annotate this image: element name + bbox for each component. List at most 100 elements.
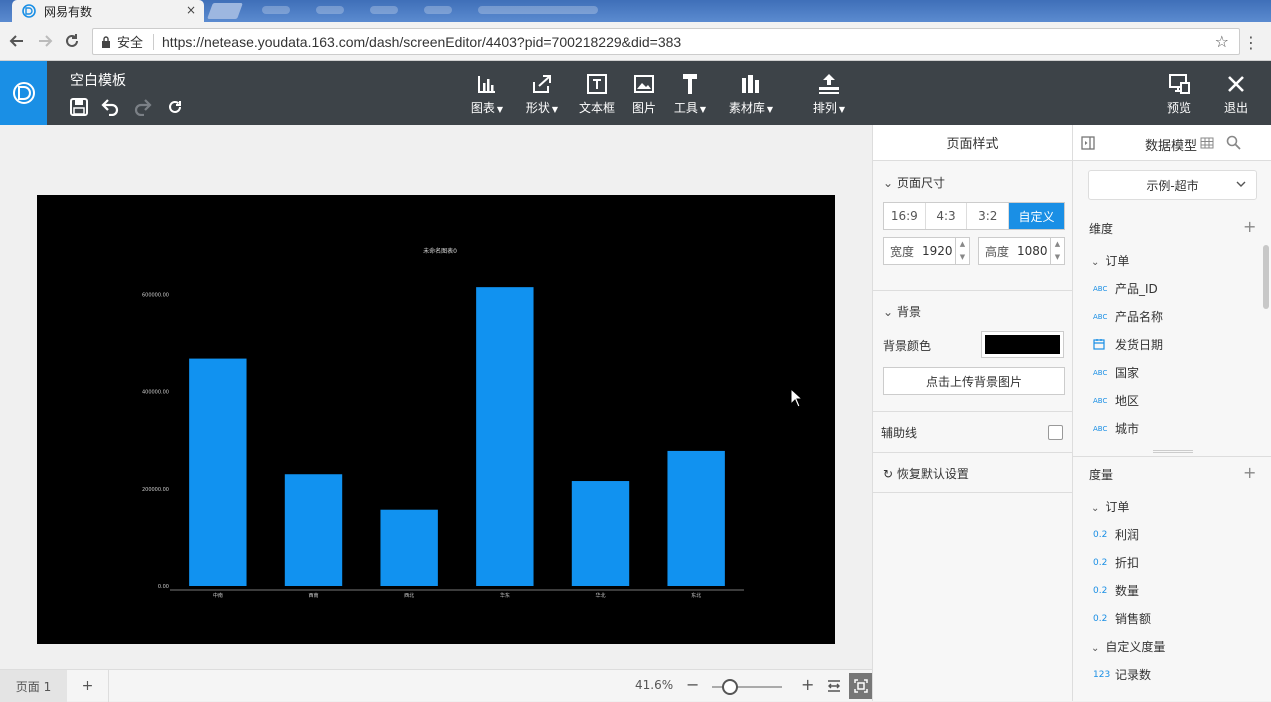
ratio-4-3[interactable]: 4:3 <box>926 203 968 229</box>
dimension-field[interactable]: ABC 城市 <box>1093 420 1139 437</box>
dashboard-screen[interactable]: 未命名图表0 0.00 200000.00 400000.00 600000.00 中… <box>37 195 835 644</box>
background-tab[interactable] <box>262 6 290 14</box>
chevron-down-icon: ⌄ <box>1091 503 1100 514</box>
chart-tool-button[interactable]: 图表 ▼ <box>467 73 507 117</box>
guides-label: 辅助线 <box>881 426 918 440</box>
shape-tool-button[interactable]: 形状 ▼ <box>522 73 562 117</box>
bookmark-star-icon[interactable]: ☆ <box>1215 32 1229 51</box>
page-size-section-toggle[interactable]: ⌄ 页面尺寸 <box>883 174 945 191</box>
save-icon[interactable] <box>70 98 88 116</box>
background-tab[interactable] <box>478 6 598 14</box>
custom-measure-group-toggle[interactable]: ⌄ 自定义度量 <box>1091 638 1165 655</box>
dimension-field[interactable]: ABC 产品名称 <box>1093 308 1163 325</box>
search-icon[interactable] <box>1226 135 1241 150</box>
width-field[interactable]: 宽度 1920 ▲ ▼ <box>883 237 970 265</box>
dimension-field[interactable]: ABC 产品_ID <box>1093 280 1158 297</box>
background-tab[interactable] <box>424 6 452 14</box>
youdata-favicon-icon <box>22 4 36 18</box>
field-name: 产品名称 <box>1115 310 1164 324</box>
measure-field[interactable]: 0.2 利润 <box>1093 526 1139 543</box>
image-tool-label: 图片 <box>631 101 656 115</box>
dimension-field[interactable]: ABC 地区 <box>1093 392 1139 409</box>
dimension-field[interactable]: ABC 国家 <box>1093 364 1139 381</box>
add-dimension-icon[interactable]: + <box>1243 217 1256 236</box>
guides-checkbox[interactable] <box>1048 425 1063 440</box>
mouse-cursor-icon <box>790 388 802 408</box>
textbox-icon <box>587 74 607 94</box>
y-tick-label: 0.00 <box>158 584 169 590</box>
page-tab-1[interactable]: 页面 1 <box>0 670 67 702</box>
tool-menu-button[interactable]: 工具 ▼ <box>669 73 711 117</box>
forward-arrow-icon[interactable] <box>36 32 54 50</box>
new-tab-button[interactable] <box>207 3 243 19</box>
caret-down-icon: ▼ <box>766 105 774 114</box>
height-field[interactable]: 高度 1080 ▲ ▼ <box>978 237 1065 265</box>
redo-icon[interactable] <box>134 98 152 116</box>
reload-icon[interactable] <box>63 32 81 50</box>
bg-color-picker[interactable] <box>981 331 1064 358</box>
y-tick-label: 600000.00 <box>142 292 169 298</box>
chart-bar <box>380 509 438 586</box>
data-model-panel: 数据模型 示例-超市 维度 + ⌄ 订单 ABC 产品_ID ABC 产品名称 发货日… <box>1073 125 1271 701</box>
add-measure-icon[interactable]: + <box>1243 463 1256 482</box>
page-style-header[interactable]: 页面样式 <box>873 125 1072 161</box>
image-tool-button[interactable]: 图片 <box>629 73 659 117</box>
preview-button[interactable]: 预览 <box>1162 73 1196 117</box>
ratio-16-9[interactable]: 16:9 <box>884 203 926 229</box>
hammer-icon <box>683 74 697 94</box>
arrange-tool-button[interactable]: 排列 ▼ <box>808 73 850 117</box>
field-name: 发货日期 <box>1115 338 1164 352</box>
background-section-toggle[interactable]: ⌄ 背景 <box>883 303 921 320</box>
youdata-logo[interactable] <box>0 61 47 125</box>
width-stepper[interactable]: ▲ ▼ <box>955 238 969 264</box>
zoom-slider-knob[interactable] <box>721 679 738 695</box>
ratio-3-2[interactable]: 3:2 <box>967 203 1010 229</box>
caret-down-icon: ▼ <box>838 105 846 114</box>
y-tick-label: 200000.00 <box>142 487 169 493</box>
url-input[interactable]: 安全 https://netease.youdata.163.com/dash/… <box>92 28 1240 55</box>
fit-width-icon[interactable] <box>827 679 841 693</box>
measure-field[interactable]: 0.2 销售额 <box>1093 610 1151 627</box>
measure-group-toggle[interactable]: ⌄ 订单 <box>1091 498 1129 515</box>
dataset-select[interactable]: 示例-超市 <box>1088 170 1257 200</box>
browser-menu-icon[interactable]: ⋮ <box>1243 33 1259 52</box>
undo-icon[interactable] <box>101 98 119 116</box>
textbox-tool-button[interactable]: 文本框 <box>576 73 618 117</box>
divider <box>1073 456 1271 457</box>
restore-defaults-button[interactable]: ↻ 恢复默认设置 <box>883 465 969 482</box>
bar-chart[interactable]: 未命名图表0 0.00 200000.00 400000.00 600000.00 中… <box>37 195 835 644</box>
library-tool-button[interactable]: 素材库 ▼ <box>725 73 777 117</box>
browser-tab-active[interactable]: 网易有数 × <box>12 0 204 22</box>
height-stepper[interactable]: ▲ ▼ <box>1050 238 1064 264</box>
resize-handle[interactable] <box>1153 450 1193 453</box>
width-value[interactable]: 1920 <box>922 244 953 258</box>
background-tab[interactable] <box>316 6 344 14</box>
collapse-panel-icon[interactable] <box>1081 136 1095 150</box>
height-value[interactable]: 1080 <box>1017 244 1048 258</box>
y-axis: 0.00 200000.00 400000.00 600000.00 <box>142 292 169 590</box>
measure-field[interactable]: 0.2 数量 <box>1093 582 1139 599</box>
dimension-field[interactable]: 发货日期 <box>1093 336 1163 353</box>
tab-close-icon[interactable]: × <box>186 3 196 17</box>
back-arrow-icon[interactable] <box>8 32 26 50</box>
zoom-in-icon[interactable]: + <box>801 675 814 694</box>
upload-background-button[interactable]: 点击上传背景图片 <box>883 367 1065 395</box>
preview-monitor-icon <box>1169 74 1190 94</box>
table-icon[interactable] <box>1200 137 1214 149</box>
refresh-icon[interactable] <box>166 98 184 116</box>
y-tick-label: 400000.00 <box>142 390 169 396</box>
dimension-group-toggle[interactable]: ⌄ 订单 <box>1091 252 1129 269</box>
dimension-scrollbar[interactable] <box>1263 245 1269 309</box>
add-page-button[interactable]: + <box>67 670 109 702</box>
zoom-out-icon[interactable]: − <box>686 675 699 694</box>
exit-button[interactable]: 退出 <box>1220 73 1252 117</box>
tool-menu-label: 工具 <box>673 101 698 115</box>
ratio-custom[interactable]: 自定义 <box>1009 203 1064 229</box>
fit-screen-button[interactable] <box>849 673 872 699</box>
background-tab[interactable] <box>370 6 398 14</box>
lock-icon <box>102 35 110 48</box>
editor-canvas-area[interactable]: 未命名图表0 0.00 200000.00 400000.00 600000.00 中… <box>0 125 872 669</box>
measure-field[interactable]: 0.2 折扣 <box>1093 554 1139 571</box>
measure-field[interactable]: 123 记录数 <box>1093 666 1151 683</box>
document-title[interactable]: 空白模板 <box>70 70 126 90</box>
